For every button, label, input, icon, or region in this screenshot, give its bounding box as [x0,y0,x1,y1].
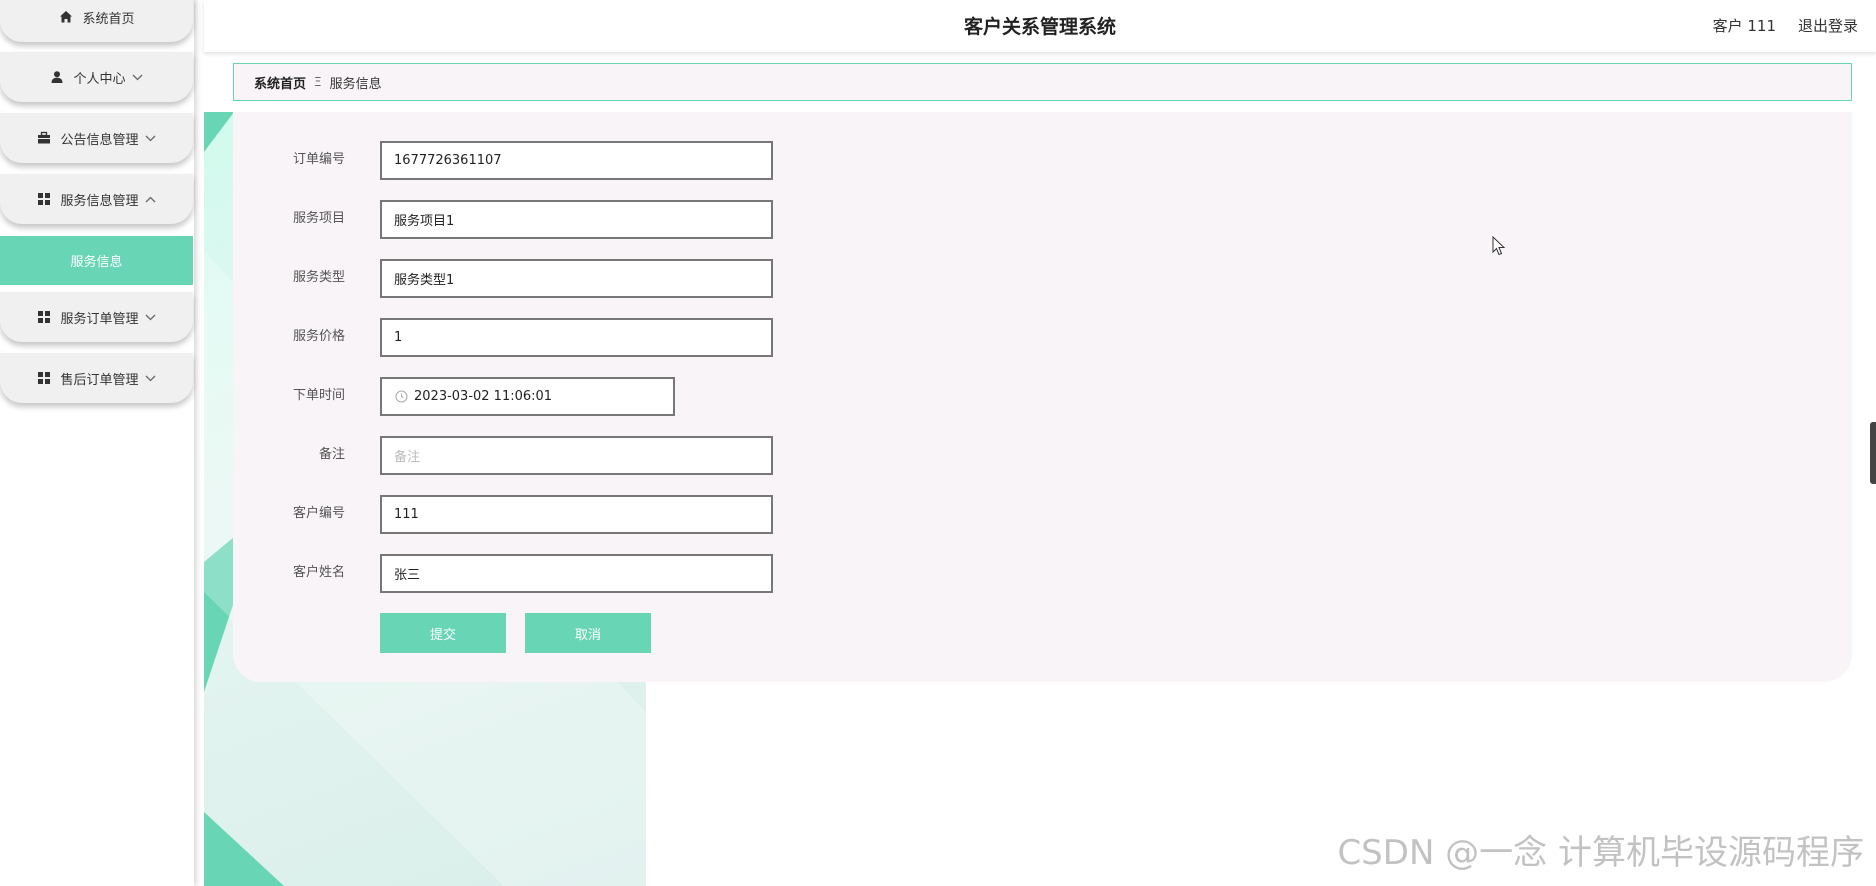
service-item-label: 服务项目 [292,211,345,226]
breadcrumb-current: 服务信息 [329,76,382,92]
order-time-value: 2023-03-02 11:06:01 [414,389,553,404]
mouse-cursor-icon [1492,235,1506,260]
order-no-label: 订单编号 [292,152,345,167]
breadcrumb: 系统首页 Ξ 服务信息 [233,63,1852,101]
user-icon [49,69,65,85]
sidebar-item-label: 系统首页 [82,11,135,27]
scrollbar-handle[interactable] [1870,422,1876,484]
current-user-label: 客户 111 [1712,17,1776,35]
chevron-down-icon [132,71,144,83]
logout-link[interactable]: 退出登录 [1798,15,1858,36]
sidebar-item-label: 公告信息管理 [60,132,139,148]
submit-button[interactable]: 提交 [380,613,506,653]
sidebar-item-label: 售后订单管理 [60,372,139,388]
sidebar-subitem-label: 服务信息 [70,255,123,270]
sidebar-subitem-service-info[interactable]: 服务信息 [0,236,193,285]
clock-icon [394,390,408,404]
customer-name-field[interactable]: 张三 [380,554,773,593]
grid-icon [36,309,52,325]
sidebar-item-home[interactable]: 系统首页 [0,0,193,42]
sidebar-item-notice-management[interactable]: 公告信息管理 [0,113,193,163]
grid-icon [36,191,52,207]
sidebar-item-label: 服务信息管理 [60,193,139,209]
service-info-form: 订单编号 1677726361107 服务项目 服务项目1 服务类型 服务类型1… [233,112,1852,682]
customer-no-field[interactable]: 111 [380,495,773,534]
home-icon [58,9,74,25]
chevron-down-icon [145,372,157,384]
grid-icon [36,370,52,386]
cancel-button[interactable]: 取消 [525,613,651,653]
service-price-label: 服务价格 [292,329,345,344]
customer-name-label: 客户姓名 [292,565,345,580]
sidebar-item-personal-center[interactable]: 个人中心 [0,52,193,102]
service-price-field[interactable]: 1 [380,318,773,357]
order-no-field[interactable]: 1677726361107 [380,141,773,180]
remark-field[interactable]: 备注 [380,436,773,475]
chevron-down-icon [145,132,157,144]
breadcrumb-home-link[interactable]: 系统首页 [254,73,306,92]
page-title: 客户关系管理系统 [963,16,1116,38]
chevron-up-icon [145,193,157,205]
customer-no-label: 客户编号 [292,506,345,521]
sidebar-item-service-order-management[interactable]: 服务订单管理 [0,292,193,342]
top-header: 客户关系管理系统 客户 111 退出登录 [204,0,1876,52]
watermark-text: CSDN @一念 计算机毕设源码程序 [1337,833,1864,873]
breadcrumb-separator: Ξ [314,75,322,89]
sidebar-item-aftersale-order-management[interactable]: 售后订单管理 [0,353,193,403]
order-time-label: 下单时间 [292,388,345,403]
chevron-down-icon [145,311,157,323]
remark-label: 备注 [318,447,345,462]
sidebar-item-service-info-management[interactable]: 服务信息管理 [0,174,193,224]
sidebar: 系统首页 个人中心 公告信息管理 服务信息管理 服务信息 服务订单管理 售后订单… [0,0,194,886]
service-type-label: 服务类型 [292,270,345,285]
briefcase-icon [36,130,52,146]
order-time-picker[interactable]: 2023-03-02 11:06:01 [380,377,675,416]
service-item-field[interactable]: 服务项目1 [380,200,773,239]
sidebar-item-label: 服务订单管理 [60,311,139,327]
service-type-field[interactable]: 服务类型1 [380,259,773,298]
sidebar-item-label: 个人中心 [73,71,126,87]
